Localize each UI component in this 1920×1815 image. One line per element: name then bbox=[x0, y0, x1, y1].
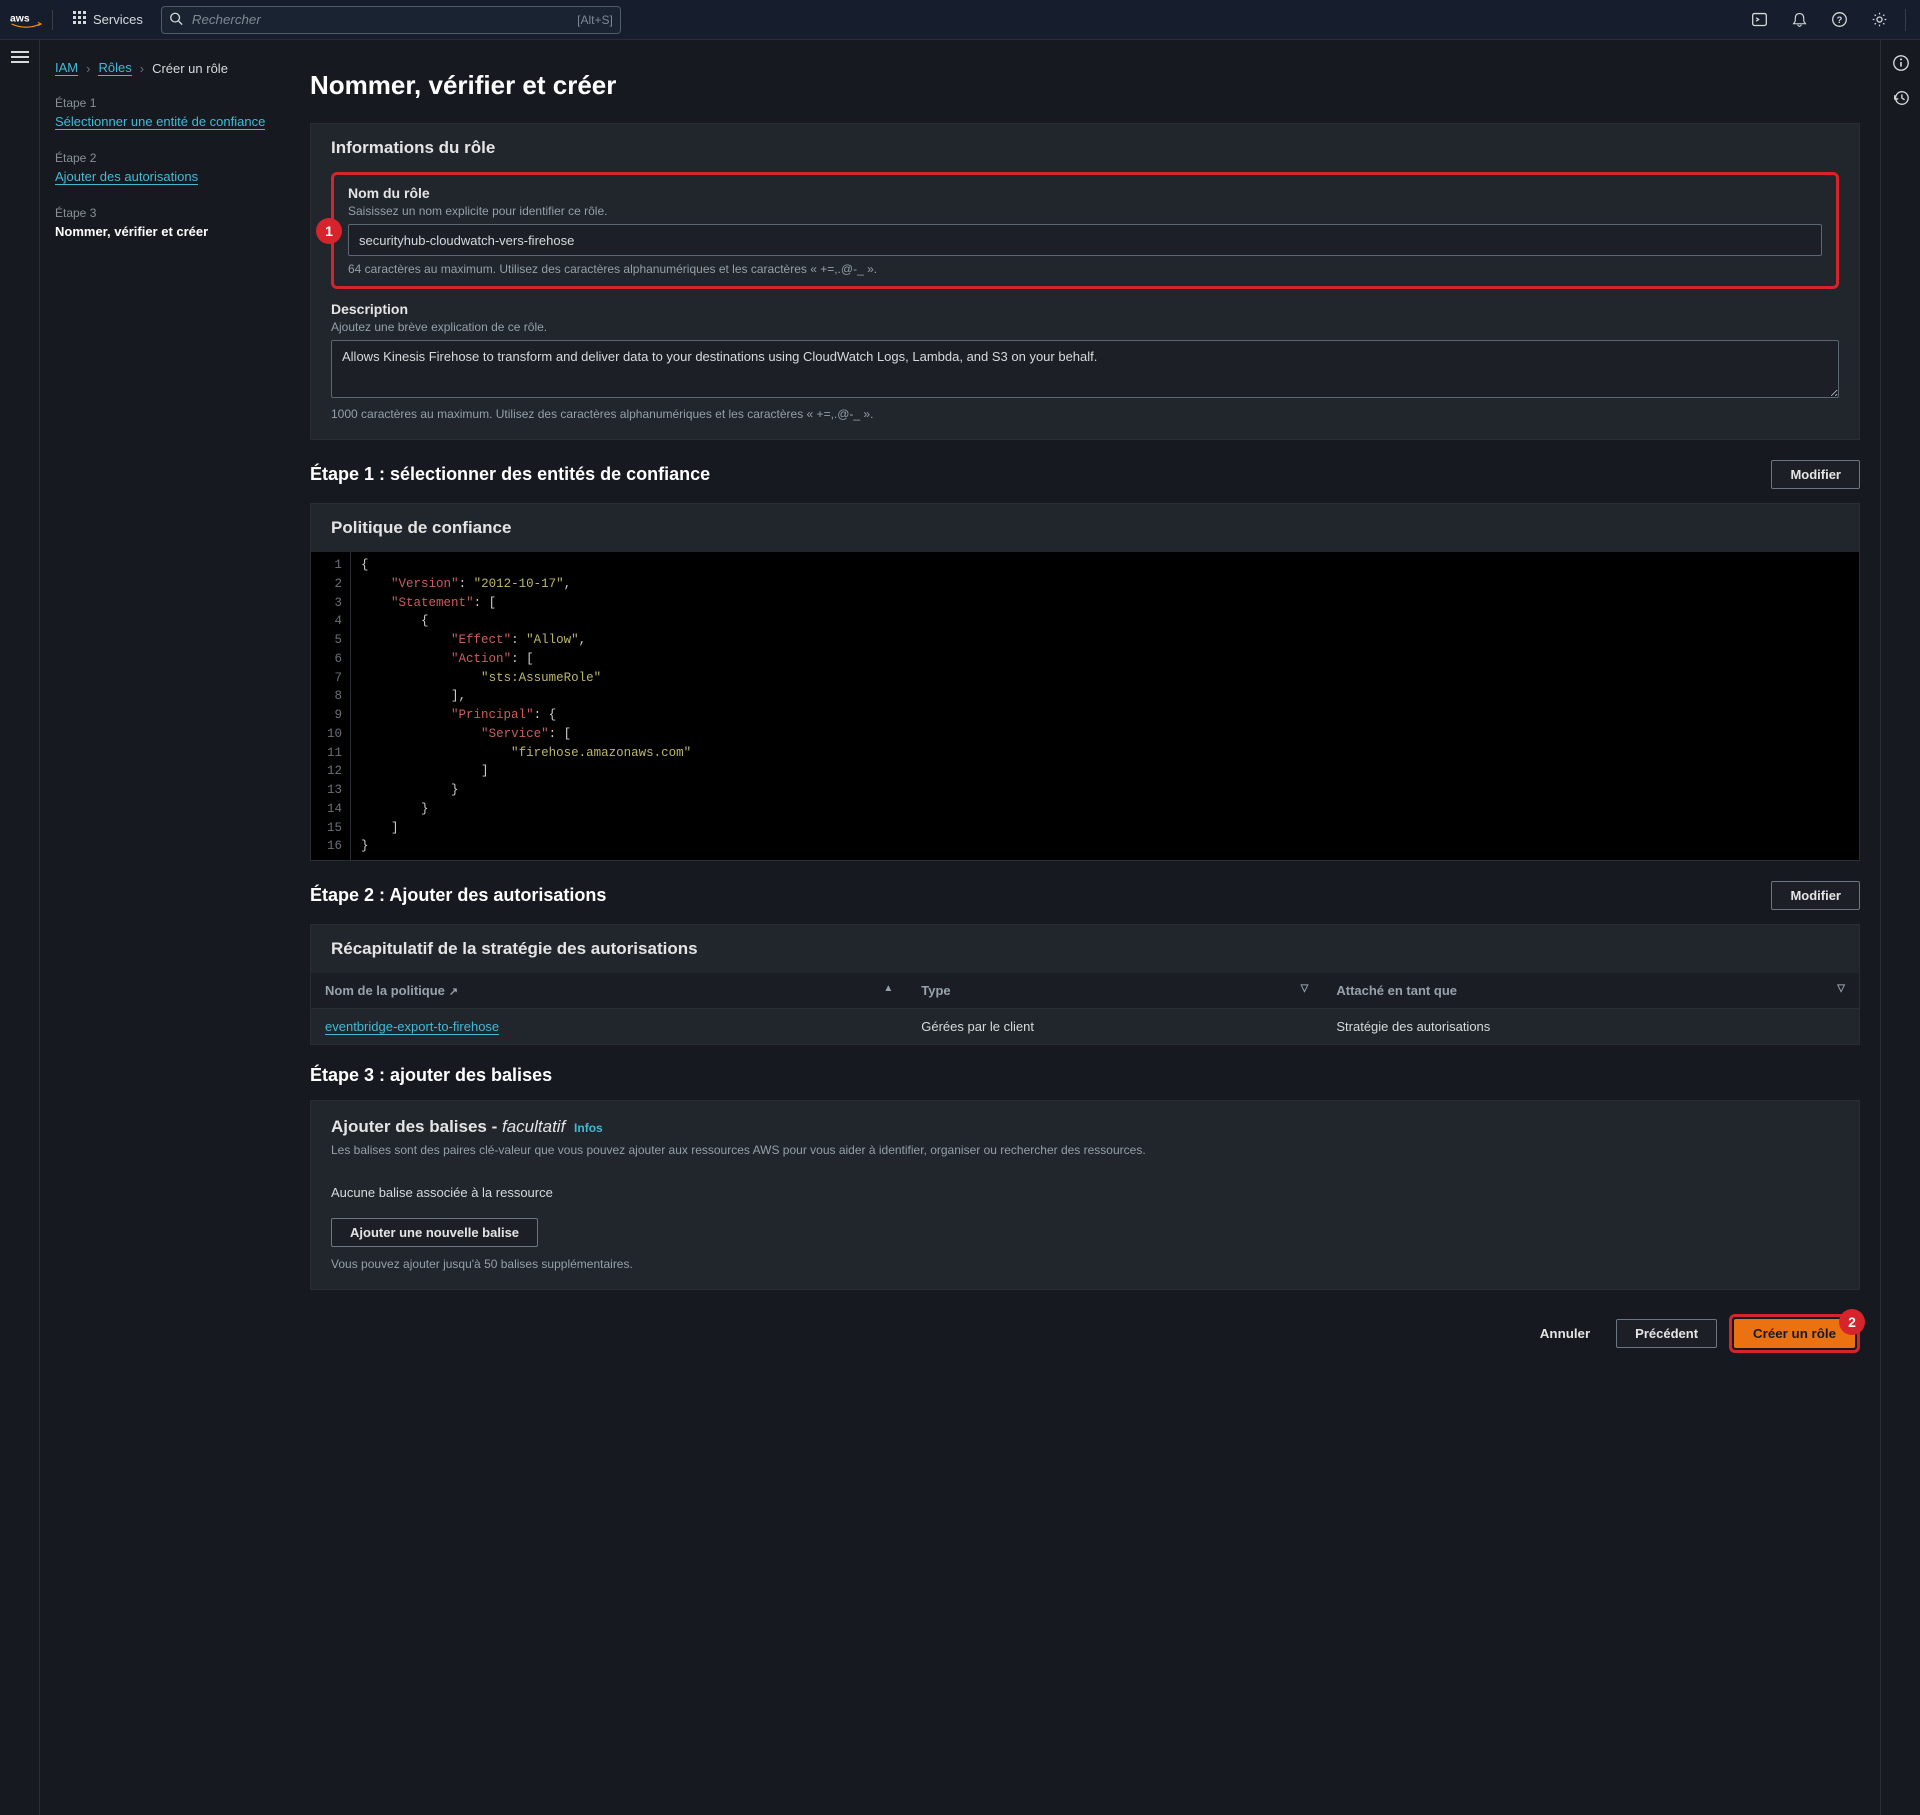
step1-title: Étape 1 : sélectionner des entités de co… bbox=[310, 464, 710, 485]
footer-actions: Annuler Précédent 2 Créer un rôle bbox=[310, 1314, 1860, 1353]
layout: IAM › Rôles › Créer un rôle Étape 1 Séle… bbox=[0, 40, 1920, 1815]
role-info-header: Informations du rôle bbox=[311, 124, 1859, 172]
description-constraint: 1000 caractères au maximum. Utilisez des… bbox=[331, 407, 1839, 421]
search-container: [Alt+S] bbox=[161, 6, 621, 34]
tags-info-link[interactable]: Infos bbox=[574, 1121, 603, 1135]
add-tag-button[interactable]: Ajouter une nouvelle balise bbox=[331, 1218, 538, 1247]
th-attached[interactable]: Attaché en tant que▽ bbox=[1322, 973, 1859, 1009]
th-type[interactable]: Type▽ bbox=[907, 973, 1322, 1009]
info-panel-icon[interactable] bbox=[1892, 54, 1910, 75]
content-area: IAM › Rôles › Créer un rôle Étape 1 Séle… bbox=[40, 40, 1880, 1815]
step3-title: Nommer, vérifier et créer bbox=[55, 224, 270, 239]
role-name-hint: Saisissez un nom explicite pour identifi… bbox=[348, 204, 1822, 218]
policy-name-link[interactable]: eventbridge-export-to-firehose bbox=[325, 1019, 499, 1035]
breadcrumb-roles[interactable]: Rôles bbox=[98, 60, 131, 76]
left-rail bbox=[0, 40, 40, 1815]
step-label: Étape 1 bbox=[55, 96, 270, 110]
role-name-constraint: 64 caractères au maximum. Utilisez des c… bbox=[348, 262, 1822, 276]
step2-edit-button[interactable]: Modifier bbox=[1771, 881, 1860, 910]
step-label: Étape 3 bbox=[55, 206, 270, 220]
breadcrumb: IAM › Rôles › Créer un rôle bbox=[55, 60, 270, 76]
table-row: eventbridge-export-to-firehose Gérées pa… bbox=[311, 1009, 1859, 1045]
chevron-right-icon: › bbox=[140, 61, 144, 76]
header-right: ? bbox=[1741, 2, 1910, 38]
tags-limit-note: Vous pouvez ajouter jusqu'à 50 balises s… bbox=[331, 1257, 1839, 1271]
description-hint: Ajoutez une brève explication de ce rôle… bbox=[331, 320, 1839, 334]
wizard-sidebar: IAM › Rôles › Créer un rôle Étape 1 Séle… bbox=[40, 40, 270, 1815]
description-label: Description bbox=[331, 301, 1839, 317]
tags-description: Les balises sont des paires clé-valeur q… bbox=[331, 1143, 1839, 1157]
permissions-summary-panel: Récapitulatif de la stratégie des autori… bbox=[310, 924, 1860, 1045]
hamburger-icon[interactable] bbox=[11, 50, 29, 1815]
annotation-badge-1: 1 bbox=[316, 218, 342, 244]
search-input[interactable] bbox=[161, 6, 621, 34]
role-name-highlight: 1 Nom du rôle Saisissez un nom explicite… bbox=[331, 172, 1839, 289]
main-column: Nommer, vérifier et créer Informations d… bbox=[270, 40, 1880, 1815]
code-gutter: 12345678910111213141516 bbox=[311, 552, 351, 860]
wizard-step-3: Étape 3 Nommer, vérifier et créer bbox=[55, 206, 270, 239]
step1-edit-button[interactable]: Modifier bbox=[1771, 460, 1860, 489]
wizard-step-1: Étape 1 Sélectionner une entité de confi… bbox=[55, 96, 270, 129]
create-role-highlight: 2 Créer un rôle bbox=[1729, 1314, 1860, 1353]
search-icon bbox=[169, 11, 183, 28]
divider bbox=[1905, 9, 1906, 31]
notifications-icon[interactable] bbox=[1781, 2, 1817, 38]
chevron-right-icon: › bbox=[86, 61, 90, 76]
annotation-badge-2: 2 bbox=[1839, 1309, 1865, 1335]
create-role-button[interactable]: Créer un rôle bbox=[1734, 1319, 1855, 1348]
step1-link[interactable]: Sélectionner une entité de confiance bbox=[55, 114, 265, 130]
step1-section-header: Étape 1 : sélectionner des entités de co… bbox=[310, 460, 1860, 489]
no-tags-text: Aucune balise associée à la ressource bbox=[331, 1185, 1839, 1200]
sort-asc-icon: ▲ bbox=[883, 983, 893, 994]
step2-title: Étape 2 : Ajouter des autorisations bbox=[310, 885, 606, 906]
svg-text:aws: aws bbox=[10, 13, 30, 24]
code-content: { "Version": "2012-10-17", "Statement": … bbox=[351, 552, 701, 860]
tags-header: Ajouter des balises - facultatif Infos bbox=[331, 1117, 1839, 1137]
breadcrumb-iam[interactable]: IAM bbox=[55, 60, 78, 76]
step3-title: Étape 3 : ajouter des balises bbox=[310, 1065, 1860, 1086]
search-shortcut: [Alt+S] bbox=[577, 13, 613, 27]
th-policy-name[interactable]: Nom de la politique↗▲ bbox=[311, 973, 907, 1009]
svg-text:?: ? bbox=[1836, 15, 1842, 25]
page-title: Nommer, vérifier et créer bbox=[310, 70, 1860, 101]
services-menu[interactable]: Services bbox=[63, 11, 153, 28]
grid-icon bbox=[73, 11, 87, 28]
cloudshell-icon[interactable] bbox=[1741, 2, 1777, 38]
breadcrumb-current: Créer un rôle bbox=[152, 61, 228, 76]
role-name-label: Nom du rôle bbox=[348, 185, 1822, 201]
sort-icon: ▽ bbox=[1301, 983, 1309, 994]
wizard-step-2: Étape 2 Ajouter des autorisations bbox=[55, 151, 270, 184]
right-rail bbox=[1880, 40, 1920, 1815]
policy-attached: Stratégie des autorisations bbox=[1322, 1009, 1859, 1045]
cancel-button[interactable]: Annuler bbox=[1526, 1320, 1604, 1347]
history-icon[interactable] bbox=[1892, 89, 1910, 110]
permissions-summary-header: Récapitulatif de la stratégie des autori… bbox=[311, 925, 1859, 973]
permissions-table: Nom de la politique↗▲ Type▽ Attaché en t… bbox=[311, 973, 1859, 1044]
settings-icon[interactable] bbox=[1861, 2, 1897, 38]
table-header-row: Nom de la politique↗▲ Type▽ Attaché en t… bbox=[311, 973, 1859, 1009]
external-link-icon: ↗ bbox=[449, 986, 458, 998]
step2-link[interactable]: Ajouter des autorisations bbox=[55, 169, 198, 185]
previous-button[interactable]: Précédent bbox=[1616, 1319, 1717, 1348]
policy-type: Gérées par le client bbox=[907, 1009, 1322, 1045]
trust-policy-header: Politique de confiance bbox=[311, 504, 1859, 552]
role-name-input[interactable] bbox=[348, 224, 1822, 256]
sort-icon: ▽ bbox=[1837, 983, 1845, 994]
tags-panel: Ajouter des balises - facultatif Infos L… bbox=[310, 1100, 1860, 1290]
step2-section-header: Étape 2 : Ajouter des autorisations Modi… bbox=[310, 881, 1860, 910]
aws-logo[interactable]: aws bbox=[10, 10, 53, 30]
trust-policy-panel: Politique de confiance 12345678910111213… bbox=[310, 503, 1860, 861]
trust-policy-code: 12345678910111213141516 { "Version": "20… bbox=[311, 552, 1859, 860]
description-textarea[interactable]: Allows Kinesis Firehose to transform and… bbox=[331, 340, 1839, 398]
help-icon[interactable]: ? bbox=[1821, 2, 1857, 38]
step-label: Étape 2 bbox=[55, 151, 270, 165]
services-label: Services bbox=[93, 12, 143, 27]
role-info-panel: Informations du rôle 1 Nom du rôle Saisi… bbox=[310, 123, 1860, 440]
global-header: aws Services [Alt+S] ? bbox=[0, 0, 1920, 40]
